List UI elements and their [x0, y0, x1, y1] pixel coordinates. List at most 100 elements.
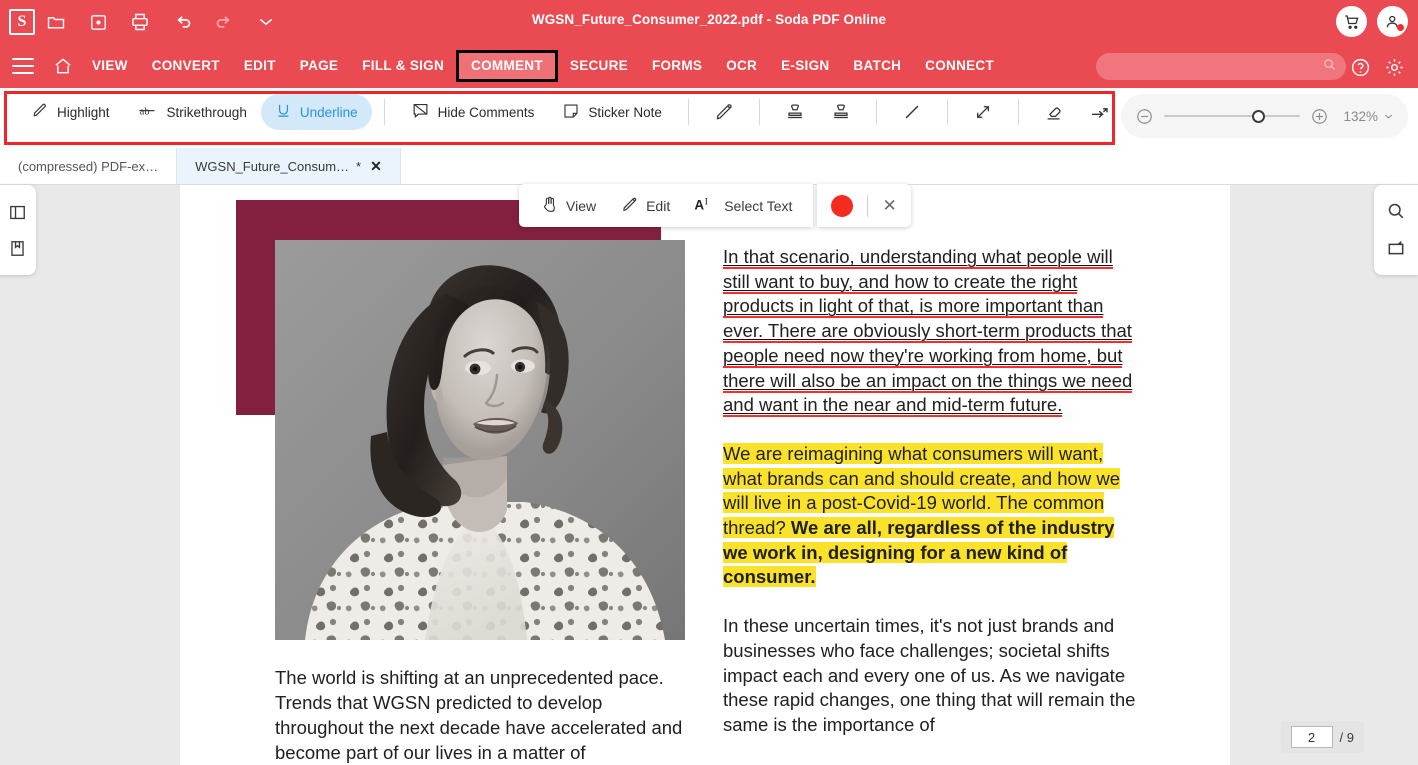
menu-item-fill-and-sign[interactable]: FILL & SIGN — [350, 51, 456, 81]
line-icon[interactable] — [889, 92, 935, 132]
context-view-label: View — [566, 197, 597, 214]
main-menu-bar: VIEW CONVERT EDIT PAGE FILL & SIGN COMME… — [0, 44, 1418, 88]
highlight-button[interactable]: Highlight — [16, 94, 124, 130]
menu-item-ocr[interactable]: OCR — [714, 51, 769, 81]
sticker-note-label: Sticker Note — [588, 104, 662, 120]
zoom-level-dropdown[interactable]: 132% — [1343, 109, 1394, 124]
underlined-annotation-paragraph[interactable]: In that scenario, understanding what peo… — [723, 245, 1143, 418]
current-page-input[interactable]: 2 — [1290, 726, 1333, 748]
tab-label: WGSN_Future_Consum… — [195, 158, 350, 174]
zoom-slider-handle[interactable] — [1252, 109, 1266, 123]
underline-icon — [275, 101, 292, 123]
highlighted-annotation-paragraph[interactable]: We are reimagining what consumers will w… — [723, 442, 1143, 590]
context-divider — [867, 194, 869, 217]
left-column-text: The world is shifting at an unprecedente… — [275, 665, 695, 765]
hide-comments-button[interactable]: Hide Comments — [397, 94, 549, 130]
menu-item-secure[interactable]: SECURE — [558, 51, 640, 81]
last-paragraph: In these uncertain times, it's not just … — [723, 615, 1136, 735]
context-view-button[interactable]: View — [531, 191, 605, 221]
eraser-icon[interactable] — [1031, 92, 1077, 132]
redo-icon[interactable] — [203, 0, 245, 44]
home-icon[interactable] — [46, 56, 80, 76]
zoom-slider[interactable] — [1164, 107, 1301, 126]
left-column-paragraph: The world is shifting at an unprecedente… — [275, 667, 683, 763]
sticker-note-icon — [562, 102, 580, 123]
context-edit-button[interactable]: Edit — [611, 191, 679, 221]
menu-item-page[interactable]: PAGE — [288, 51, 350, 81]
menu-item-forms[interactable]: FORMS — [640, 51, 714, 81]
right-column-text: In that scenario, understanding what peo… — [723, 245, 1143, 738]
app-header: S WGSN_Future_Consumer_2022.pdf - Soda P… — [0, 0, 1418, 88]
hamburger-menu-icon[interactable] — [12, 58, 34, 74]
undo-icon[interactable] — [161, 0, 203, 44]
tab-close-icon[interactable]: ✕ — [370, 158, 382, 175]
arrow-icon[interactable] — [960, 92, 1006, 132]
chevron-down-icon[interactable] — [245, 0, 287, 44]
menu-item-batch[interactable]: BATCH — [841, 51, 913, 81]
context-mode-group: View Edit A I Select Text — [519, 184, 814, 227]
menu-item-connect[interactable]: CONNECT — [913, 51, 1006, 81]
context-select-text-button[interactable]: A I Select Text — [685, 191, 801, 221]
print-icon[interactable] — [119, 0, 161, 44]
highlight-icon — [30, 101, 49, 123]
zoom-out-icon[interactable] — [1135, 107, 1154, 126]
soda-pdf-window: S WGSN_Future_Consumer_2022.pdf - Soda P… — [0, 0, 1418, 765]
menu-item-convert[interactable]: CONVERT — [140, 51, 232, 81]
menu-item-comment[interactable]: COMMENT — [456, 50, 558, 82]
underlined-text: In that scenario, understanding what peo… — [723, 246, 1133, 418]
page-navigation: 2 / 9 — [1280, 721, 1364, 753]
svg-text:I: I — [705, 197, 708, 207]
open-folder-icon[interactable] — [35, 0, 77, 44]
toolbar-divider-5 — [946, 99, 948, 125]
document-workspace: The world is shifting at an unprecedente… — [0, 185, 1418, 765]
context-color-group: ✕ — [817, 184, 911, 227]
left-tool-rail — [0, 185, 36, 275]
toolbar-divider-3 — [758, 99, 760, 125]
save-icon[interactable] — [77, 0, 119, 44]
tab-compressed-pdf-ex[interactable]: (compressed) PDF-ex… — [0, 148, 178, 184]
pencil-icon[interactable] — [701, 92, 747, 132]
strikethrough-icon: ab — [138, 101, 159, 123]
toolbar-divider-6 — [1017, 99, 1019, 125]
svg-text:ab: ab — [139, 106, 149, 117]
context-close-icon[interactable]: ✕ — [882, 197, 896, 214]
strikethrough-button[interactable]: ab Strikethrough — [124, 94, 261, 130]
annotation-color-swatch[interactable] — [831, 194, 854, 217]
select-text-icon: A I — [694, 195, 717, 217]
page-thumbnail-icon[interactable] — [1384, 237, 1408, 261]
zoom-in-icon[interactable] — [1310, 107, 1329, 126]
search-input[interactable] — [1096, 53, 1322, 80]
page-total-label: / 9 — [1339, 729, 1354, 745]
callout-icon[interactable] — [1077, 92, 1123, 132]
menu-item-e-sign[interactable]: E-SIGN — [769, 51, 841, 81]
comment-toolbar-region: Highlight ab Strikethrough Underline Hid… — [0, 88, 1418, 148]
menu-item-view[interactable]: VIEW — [80, 51, 140, 81]
hide-comments-icon — [411, 101, 430, 123]
context-select-text-label: Select Text — [724, 197, 793, 214]
header-search-box[interactable] — [1096, 53, 1346, 80]
zoom-level-value: 132% — [1343, 108, 1378, 124]
underline-button[interactable]: Underline — [260, 94, 372, 130]
tab-wgsn-future-consumer[interactable]: WGSN_Future_Consum… * ✕ — [177, 148, 401, 184]
toolbar-divider-2 — [687, 99, 689, 125]
soda-logo[interactable]: S — [9, 9, 35, 35]
pdf-page-canvas[interactable]: The world is shifting at an unprecedente… — [180, 185, 1230, 765]
bookmark-icon[interactable] — [5, 236, 29, 260]
search-icon[interactable] — [1384, 199, 1408, 223]
account-icon[interactable] — [1377, 6, 1408, 37]
search-icon — [1322, 57, 1337, 77]
sticker-note-button[interactable]: Sticker Note — [548, 95, 676, 130]
menu-item-edit[interactable]: EDIT — [232, 51, 288, 81]
panel-layout-icon[interactable] — [5, 200, 29, 224]
tab-modified-marker: * — [356, 158, 362, 174]
gear-icon[interactable] — [1380, 53, 1408, 81]
hand-icon — [540, 195, 559, 217]
zoom-slider-track — [1164, 115, 1301, 117]
underline-label: Underline — [299, 104, 358, 120]
stamp-icon[interactable] — [772, 92, 818, 132]
pencil-icon — [620, 195, 639, 217]
help-icon[interactable] — [1346, 53, 1374, 81]
stamp-alt-icon[interactable] — [818, 92, 864, 132]
cart-icon[interactable] — [1336, 6, 1367, 37]
floating-context-toolbar: View Edit A I Select Text ✕ — [519, 184, 911, 227]
